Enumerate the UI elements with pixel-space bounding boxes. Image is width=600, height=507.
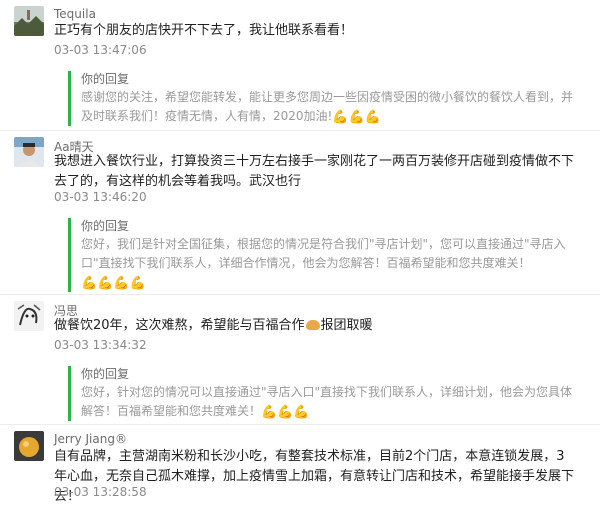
flexed-biceps-icon: 💪💪💪 xyxy=(332,110,381,125)
comment-time: 03-03 13:47:06 xyxy=(54,43,147,57)
comment-text-part: 做餐饮20年，这次难熬，希望能与百福合作 xyxy=(54,318,305,333)
reply-block: 你的回复 感谢您的关注，希望您能转发，能让更多您周边一些因疫情受困的微小餐饮的餐… xyxy=(68,71,581,126)
bread-icon xyxy=(305,320,320,330)
user-avatar[interactable] xyxy=(14,6,44,36)
sketch-avatar-icon xyxy=(14,301,44,331)
comment-text: 我想进入餐饮行业，打算投资三十万左右接手一家刚花了一两百万装修开店碰到疫情做不下… xyxy=(54,154,575,189)
comment-time: 03-03 13:28:58 xyxy=(54,485,147,499)
reply-body: 您好，针对您的情况可以直接通过"寻店入口"直接找下我们联系人，详细计划，他会为您… xyxy=(81,385,573,418)
reply-body: 您好，我们是针对全国征集，根据您的情况是符合我们"寻店计划"，您可以直接通过"寻… xyxy=(81,237,566,270)
user-avatar[interactable] xyxy=(14,137,44,167)
flexed-biceps-icon: 💪💪💪 xyxy=(261,405,310,420)
divider xyxy=(0,130,600,131)
landscape-avatar-icon xyxy=(14,6,44,36)
reply-label: 你的回复 xyxy=(81,367,130,381)
divider xyxy=(0,294,600,295)
person-avatar-icon xyxy=(14,137,44,167)
comment-time: 03-03 13:46:20 xyxy=(54,190,147,204)
user-name[interactable]: Tequila xyxy=(54,7,96,21)
comment-text: 做餐饮20年，这次难熬，希望能与百福合作 报团取暖 xyxy=(54,316,574,336)
reply-block: 你的回复 您好，针对您的情况可以直接通过"寻店入口"直接找下我们联系人，详细计划… xyxy=(68,366,581,421)
reply-label: 你的回复 xyxy=(81,72,130,86)
user-name[interactable]: Jerry Jiang® xyxy=(54,432,127,446)
user-avatar[interactable] xyxy=(14,431,44,461)
comment-list: Tequila 正巧有个朋友的店快开不下去了，我让他联系看看！ 03-03 13… xyxy=(0,0,600,504)
reply-text: 您好，我们是针对全国征集，根据您的情况是符合我们"寻店计划"，您可以直接通过"寻… xyxy=(81,235,581,292)
comment-time: 03-03 13:34:32 xyxy=(54,338,147,352)
reply-label: 你的回复 xyxy=(81,219,130,233)
comment-text-part: 报团取暖 xyxy=(320,318,373,333)
divider xyxy=(0,424,600,425)
flexed-biceps-icon: 💪💪💪💪 xyxy=(81,276,146,291)
reply-block: 你的回复 您好，我们是针对全国征集，根据您的情况是符合我们"寻店计划"，您可以直… xyxy=(68,218,581,292)
comment-text: 正巧有个朋友的店快开不下去了，我让他联系看看！ xyxy=(54,23,354,38)
reply-text: 感谢您的关注，希望您能转发，能让更多您周边一些因疫情受困的微小餐饮的餐饮人看到，… xyxy=(81,88,581,126)
orange-avatar-icon xyxy=(14,431,44,461)
reply-text: 您好，针对您的情况可以直接通过"寻店入口"直接找下我们联系人，详细计划，他会为您… xyxy=(81,383,581,421)
user-avatar[interactable] xyxy=(14,301,44,331)
reply-body: 感谢您的关注，希望您能转发，能让更多您周边一些因疫情受困的微小餐饮的餐饮人看到，… xyxy=(81,90,574,123)
